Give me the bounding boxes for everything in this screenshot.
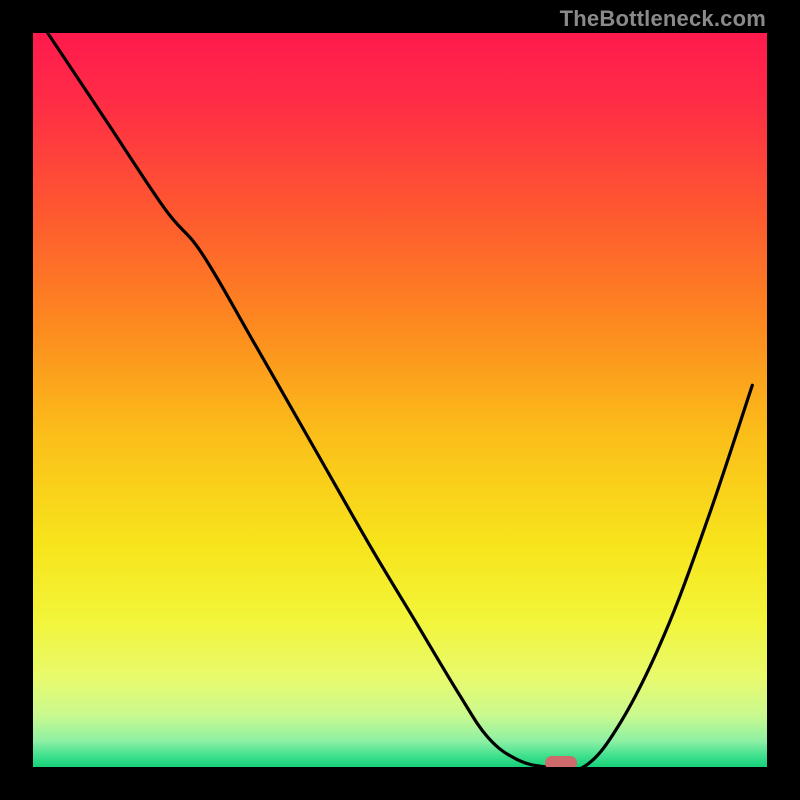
- chart-frame: TheBottleneck.com: [0, 0, 800, 800]
- plot-area: [33, 33, 767, 767]
- watermark-text: TheBottleneck.com: [560, 6, 766, 32]
- background-gradient: [33, 33, 767, 767]
- balance-point-marker: [545, 756, 577, 767]
